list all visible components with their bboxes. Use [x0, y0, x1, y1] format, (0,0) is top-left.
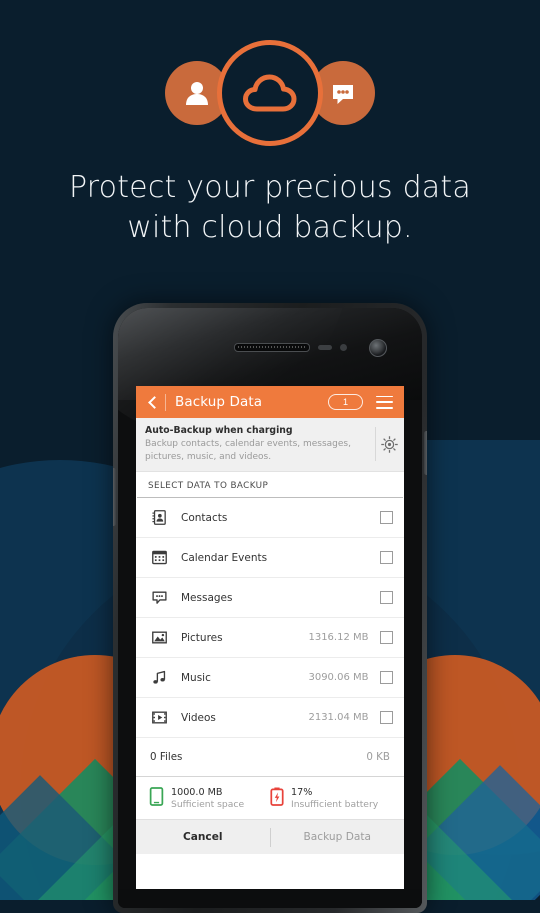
list-item-label: Videos [181, 711, 216, 724]
contacts-glyph [152, 510, 166, 525]
message-glyph [333, 85, 353, 104]
list-item-label: Pictures [181, 631, 223, 644]
list-item-pictures[interactable]: Pictures 1316.12 MB [136, 618, 404, 658]
checkbox-contacts[interactable] [379, 510, 393, 525]
phone-body: Backup Data 1 Auto-Backup when charging … [118, 308, 422, 908]
list-item-videos[interactable]: Videos 2131.04 MB [136, 698, 404, 738]
battery-icon [270, 787, 284, 809]
cloud-icon [217, 40, 323, 146]
person-glyph [186, 82, 208, 105]
page-title: Protect your precious data with cloud ba… [0, 168, 540, 248]
calendar-icon [150, 548, 169, 567]
action-bar: Cancel Backup Data [136, 819, 404, 854]
list-item-calendar-events[interactable]: Calendar Events [136, 538, 404, 578]
music-icon [150, 668, 169, 687]
total-files-label: 0 Files [150, 751, 183, 763]
message-icon [150, 588, 169, 607]
headline-line-2: with cloud backup. [127, 210, 413, 245]
menu-icon[interactable] [376, 395, 393, 409]
auto-backup-banner[interactable]: Auto-Backup when charging Backup contact… [136, 418, 404, 472]
battery-glyph [270, 787, 284, 806]
storage-status: 1000.0 MB Sufficient space [149, 787, 270, 810]
music-glyph [153, 670, 166, 684]
battery-caption: Insufficient battery [291, 798, 379, 810]
picture-glyph [152, 631, 167, 644]
phone-screen: Backup Data 1 Auto-Backup when charging … [136, 386, 404, 889]
list-item-music[interactable]: Music 3090.06 MB [136, 658, 404, 698]
picture-icon [150, 628, 169, 647]
hero-icon-group [0, 38, 540, 148]
backup-data-button[interactable]: Backup Data [271, 831, 405, 843]
storage-value: 1000.0 MB [171, 786, 223, 798]
earpiece-speaker-icon [234, 343, 310, 352]
storage-caption: Sufficient space [171, 798, 245, 810]
list-item-contacts[interactable]: Contacts [136, 498, 404, 538]
appbar-divider [165, 393, 166, 411]
proximity-sensor-icon [318, 345, 332, 350]
total-size-value: 0 KB [366, 751, 390, 763]
phone-storage-icon [149, 787, 164, 809]
calendar-glyph [152, 550, 167, 565]
list-item-size: 1316.12 MB [308, 632, 369, 643]
checkbox-calendar-events[interactable] [379, 550, 393, 565]
app-title: Backup Data [175, 394, 263, 410]
section-header: SELECT DATA TO BACKUP [137, 472, 403, 498]
list-item-size: 3090.06 MB [308, 672, 369, 683]
cloud-glyph [243, 74, 297, 112]
totals-row: 0 Files 0 KB [136, 738, 404, 777]
checkbox-music[interactable] [379, 670, 393, 685]
cancel-button[interactable]: Cancel [136, 831, 270, 843]
auto-backup-text: Auto-Backup when charging Backup contact… [145, 425, 375, 463]
status-badge[interactable]: 1 [328, 394, 363, 410]
contacts-icon [150, 508, 169, 527]
list-item-label: Music [181, 671, 211, 684]
volume-button-left [113, 468, 116, 526]
phone-storage-glyph [149, 787, 164, 806]
headline-line-1: Protect your precious data [69, 170, 471, 205]
list-item-size: 2131.04 MB [308, 712, 369, 723]
message-glyph [152, 591, 167, 604]
gear-glyph [381, 435, 399, 453]
list-item-messages[interactable]: Messages [136, 578, 404, 618]
video-icon [150, 708, 169, 727]
power-button-right [424, 431, 427, 475]
battery-value: 17% [291, 786, 313, 798]
gear-icon[interactable] [376, 435, 404, 454]
list-item-label: Calendar Events [181, 551, 268, 564]
front-camera-icon [369, 339, 387, 357]
list-item-label: Contacts [181, 511, 228, 524]
checkbox-videos[interactable] [379, 710, 393, 725]
phone-mockup: Backup Data 1 Auto-Backup when charging … [113, 303, 427, 913]
auto-backup-description: Backup contacts, calendar events, messag… [145, 439, 351, 462]
phone-bottom-bezel [118, 889, 422, 908]
battery-status: 17% Insufficient battery [270, 787, 391, 810]
storage-text: 1000.0 MB Sufficient space [171, 787, 244, 810]
status-strip: 1000.0 MB Sufficient space 17% Insuffici… [136, 777, 404, 819]
battery-text: 17% Insufficient battery [291, 787, 378, 810]
app-bar: Backup Data 1 [136, 386, 404, 418]
light-sensor-icon [340, 344, 347, 351]
list-item-label: Messages [181, 591, 233, 604]
back-icon[interactable] [145, 395, 159, 409]
checkbox-pictures[interactable] [379, 630, 393, 645]
checkbox-messages[interactable] [379, 590, 393, 605]
video-glyph [152, 711, 167, 724]
auto-backup-title: Auto-Backup when charging [145, 425, 293, 436]
